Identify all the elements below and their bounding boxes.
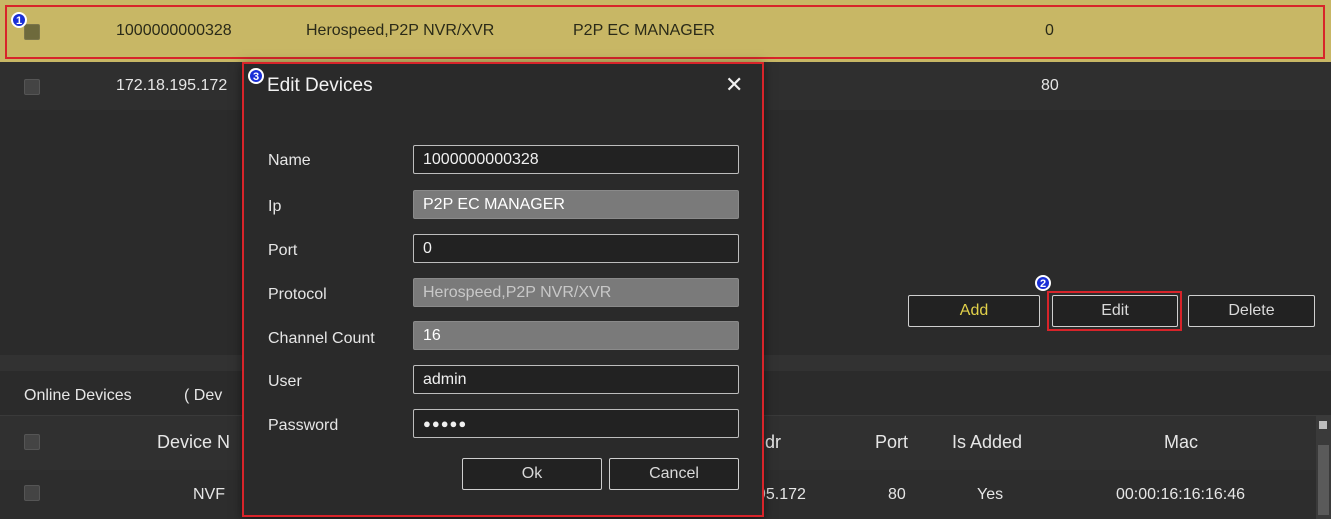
- col-mac[interactable]: Mac: [1164, 432, 1198, 453]
- step-marker-3: 3: [248, 68, 264, 84]
- ip-field[interactable]: [413, 190, 739, 219]
- ok-button[interactable]: Ok: [462, 458, 602, 490]
- user-label: User: [268, 373, 302, 390]
- row-port: 80: [1041, 77, 1059, 94]
- password-label: Password: [268, 417, 339, 434]
- edit-highlight-outline: [1047, 291, 1182, 331]
- col-device-name[interactable]: Device N: [157, 432, 230, 453]
- protocol-field[interactable]: [413, 278, 739, 307]
- dialog-title: Edit Devices: [267, 75, 373, 96]
- row-checkbox[interactable]: [24, 79, 40, 95]
- vertical-scrollbar[interactable]: [1316, 415, 1331, 519]
- row-highlight-outline: [5, 5, 1325, 59]
- delete-button[interactable]: Delete: [1188, 295, 1315, 327]
- name-label: Name: [268, 152, 311, 169]
- select-all-checkbox[interactable]: [24, 434, 40, 450]
- scrollbar-thumb[interactable]: [1318, 445, 1329, 515]
- step-marker-1: 1: [11, 12, 27, 28]
- online-devices-count: ( Dev: [184, 387, 223, 404]
- password-field[interactable]: [413, 409, 739, 438]
- col-port[interactable]: Port: [875, 432, 908, 453]
- close-icon[interactable]: ✕: [725, 72, 743, 98]
- channel-count-field[interactable]: [413, 321, 739, 350]
- protocol-label: Protocol: [268, 286, 327, 303]
- ip-label: Ip: [268, 198, 282, 215]
- name-field[interactable]: [413, 145, 739, 174]
- row-device-name: NVF: [193, 486, 225, 503]
- user-field[interactable]: [413, 365, 739, 394]
- row-device-name: 172.18.195.172: [116, 77, 228, 94]
- row-is-added: Yes: [977, 486, 1004, 503]
- row-port: 80: [888, 486, 906, 503]
- col-is-added[interactable]: Is Added: [952, 432, 1022, 453]
- online-devices-title: Online Devices: [24, 387, 132, 404]
- port-label: Port: [268, 242, 298, 259]
- add-button[interactable]: Add: [908, 295, 1040, 327]
- channel-count-label: Channel Count: [268, 330, 375, 347]
- row-addr: 95.172: [757, 486, 806, 503]
- col-addr[interactable]: dr: [765, 432, 781, 453]
- row-mac: 00:00:16:16:16:46: [1116, 486, 1246, 503]
- step-marker-2: 2: [1035, 275, 1051, 291]
- cancel-button[interactable]: Cancel: [609, 458, 739, 490]
- port-field[interactable]: [413, 234, 739, 263]
- row-checkbox[interactable]: [24, 485, 40, 501]
- scroll-up-arrow-icon[interactable]: [1319, 421, 1327, 429]
